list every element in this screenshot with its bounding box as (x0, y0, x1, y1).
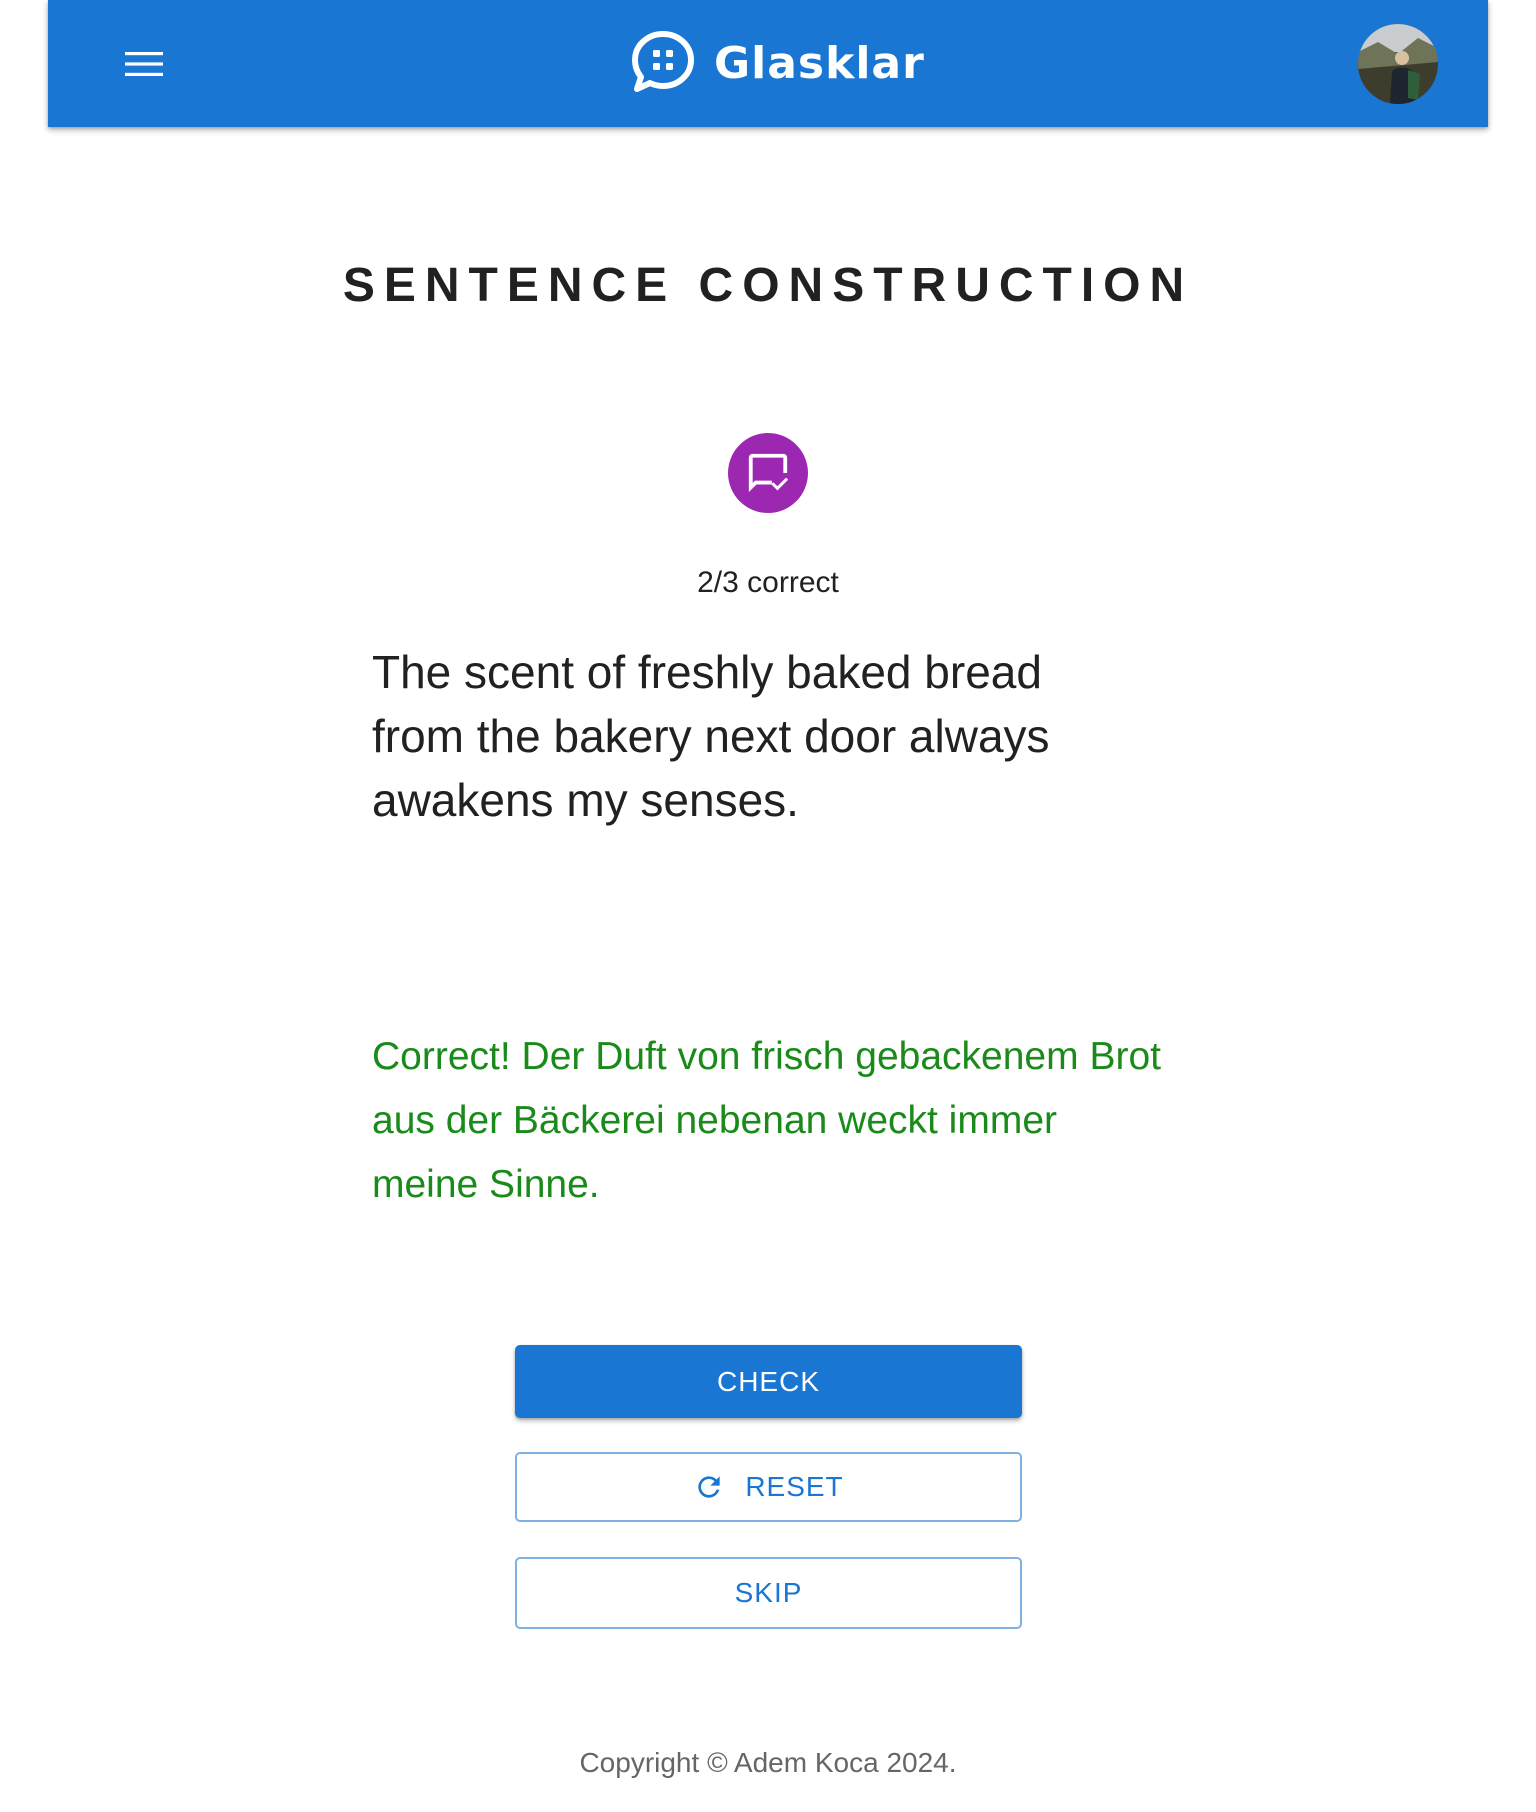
check-button[interactable]: CHECK (515, 1345, 1022, 1418)
reset-button[interactable]: RESET (515, 1452, 1022, 1522)
refresh-icon (698, 1476, 720, 1498)
user-avatar-photo (1358, 24, 1438, 104)
score-text: 2/3 correct (697, 566, 839, 599)
hamburger-menu-icon (125, 52, 163, 76)
check-button-label: CHECK (716, 1365, 820, 1397)
footer-copyright: Copyright © Adem Koca 2024. (579, 1747, 957, 1778)
feedback-message: Correct! Der Duft von frisch gebackenem … (372, 1035, 1161, 1206)
menu-button[interactable] (106, 42, 182, 86)
page-title: SENTENCE CONSTRUCTION (342, 259, 1194, 312)
skip-button[interactable]: SKIP (515, 1557, 1022, 1629)
user-avatar[interactable] (1358, 24, 1438, 104)
chat-bubble-logo-icon (632, 31, 694, 92)
exercise-type-badge (728, 433, 808, 513)
reset-button-label: RESET (745, 1471, 844, 1502)
app-name: Glasklar (714, 37, 925, 89)
chat-check-icon (748, 453, 789, 493)
skip-button-label: SKIP (734, 1577, 803, 1608)
source-sentence: The scent of freshly baked bread from th… (372, 646, 1050, 826)
brand-home-link[interactable]: Glasklar (628, 28, 925, 98)
